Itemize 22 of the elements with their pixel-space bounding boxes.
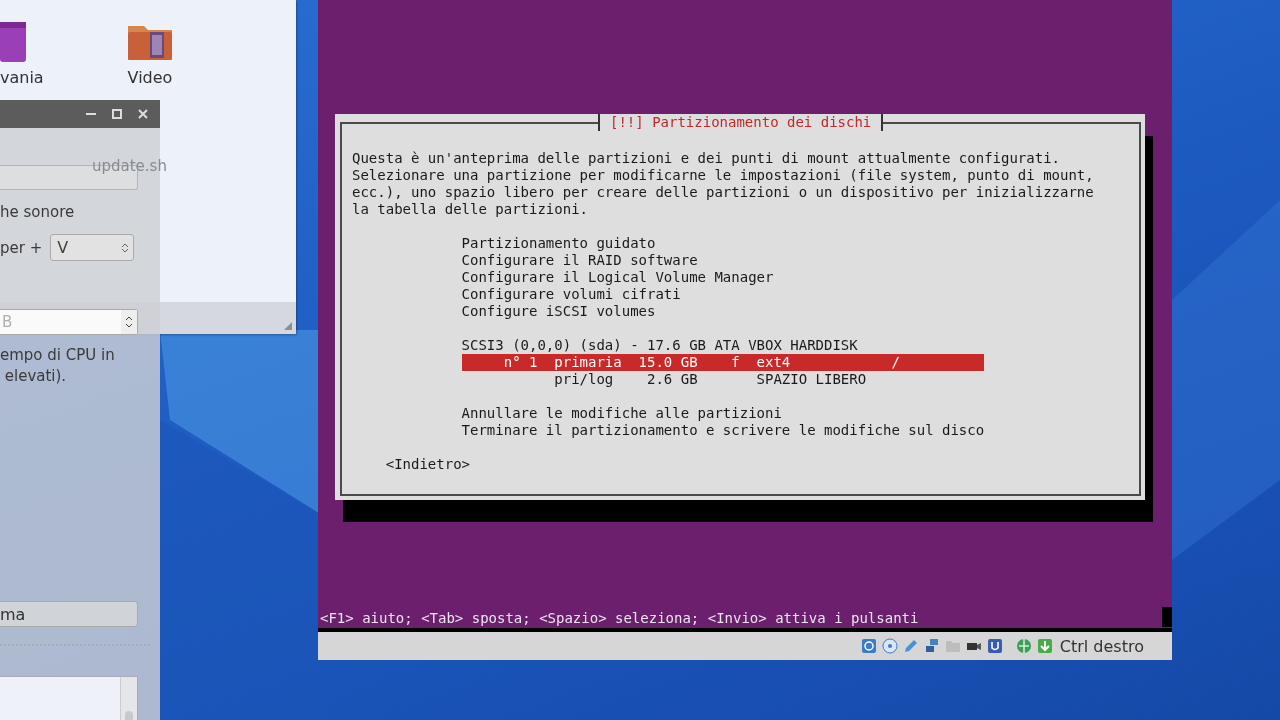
description-text: empo di CPU in elevati). <box>0 345 115 387</box>
host-key-label: Ctrl destro <box>1059 636 1144 656</box>
description-text: Questa è un'anteprima delle partizioni e dei punti di mount attualmente configurati. Selezionare una partizione per modificarne le impostazioni (file system, punto di mount, ecc.), uno spazio libero per creare delle partizioni o un dispositivo per inizializzarne la tabella delle partizioni. <box>352 150 1094 218</box>
setting-label: he sonore <box>0 202 75 222</box>
menu-item[interactable]: Configurare il RAID software <box>461 252 698 269</box>
dialog-title: [!!] Partizionamento dei dischi <box>598 114 884 131</box>
setting-label: per + <box>0 237 43 258</box>
partition-row[interactable]: pri/log 2.6 GB SPAZIO LIBERO <box>461 371 985 388</box>
help-line: <F1> aiuto; <Tab> sposta; <Spazio> seleziona; <Invio> attiva i pulsanti <box>320 610 919 627</box>
menu-item[interactable]: Annullare le modifiche alle partizioni <box>461 405 782 422</box>
spin-box[interactable]: V <box>50 234 135 261</box>
menu-item[interactable]: Configurare il Logical Volume Manager <box>461 269 774 286</box>
menu-item[interactable]: Partizionamento guidato <box>461 235 656 252</box>
partition-row[interactable]: n° 1 primaria 15.0 GB f ext4 / <box>461 354 985 371</box>
dropdown-button[interactable]: ma <box>0 601 138 627</box>
file-label[interactable]: vania <box>0 68 44 88</box>
menu-item[interactable]: Configurare volumi cifrati <box>461 286 681 303</box>
menu-item[interactable]: Configure iSCSI volumes <box>461 303 656 320</box>
back-button[interactable]: <Indietro> <box>385 456 470 473</box>
file-label[interactable]: Video <box>127 68 173 88</box>
menu-item[interactable]: Terminare il partizionamento e scrivere le modifiche sul disco <box>461 422 985 439</box>
disk-entry[interactable]: SCSI3 (0,0,0) (sda) - 17.6 GB ATA VBOX HARDDISK <box>461 337 858 354</box>
